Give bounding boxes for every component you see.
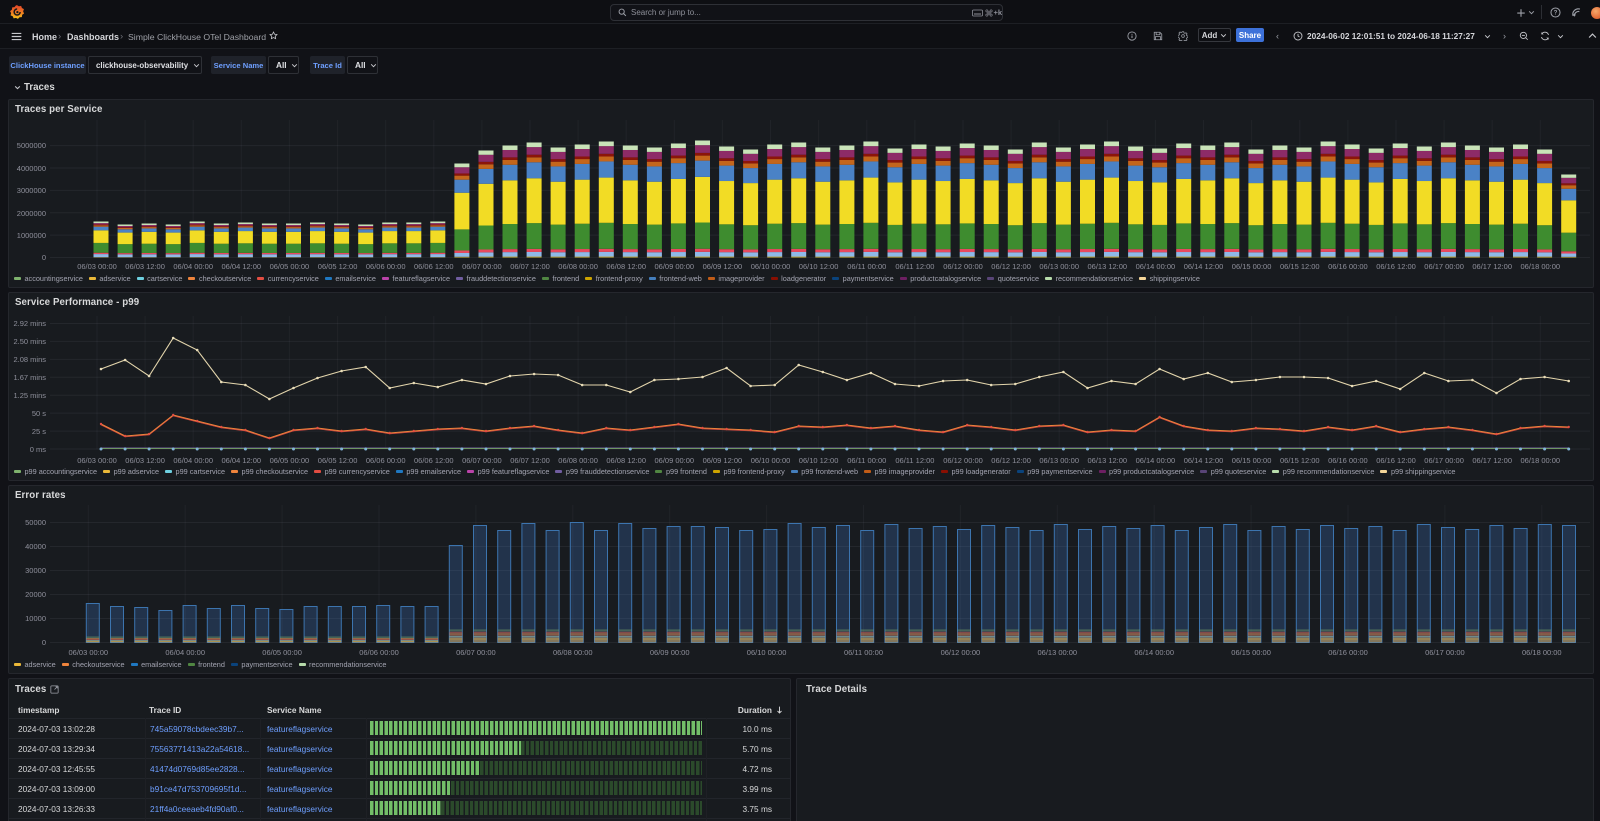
svg-text:?: ? bbox=[1554, 10, 1558, 17]
